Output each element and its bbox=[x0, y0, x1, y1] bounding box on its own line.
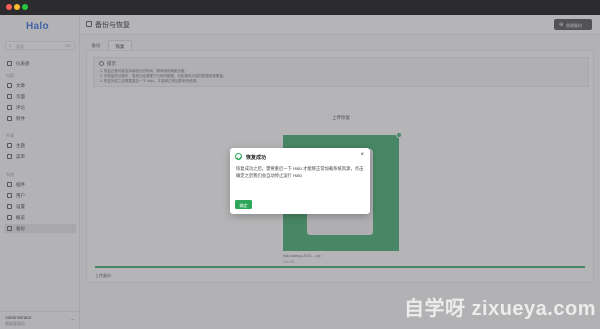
window-titlebar bbox=[0, 0, 600, 15]
dialog-title: 恢复成功 bbox=[246, 154, 267, 161]
close-icon[interactable]: × bbox=[360, 152, 364, 158]
app: Halo ⌕ 搜索 ⌘K 仪表盘 内容 文章 页面 评论 附件 外观 主题 菜单… bbox=[0, 15, 600, 329]
confirm-button[interactable]: 确定 bbox=[235, 200, 252, 209]
dialog-message: 恢复成功之后，需要重启一下 Halo 才能够正常加载系统资源，点击确定之后我们会… bbox=[236, 166, 364, 178]
maximize-window-button[interactable] bbox=[22, 4, 28, 10]
close-window-button[interactable] bbox=[6, 4, 12, 10]
restore-success-dialog: 恢复成功 × 恢复成功之后，需要重启一下 Halo 才能够正常加载系统资源，点击… bbox=[230, 148, 370, 214]
watermark: 自学呀 zixueya.com bbox=[403, 298, 596, 320]
success-check-icon bbox=[235, 153, 242, 160]
minimize-window-button[interactable] bbox=[14, 4, 20, 10]
